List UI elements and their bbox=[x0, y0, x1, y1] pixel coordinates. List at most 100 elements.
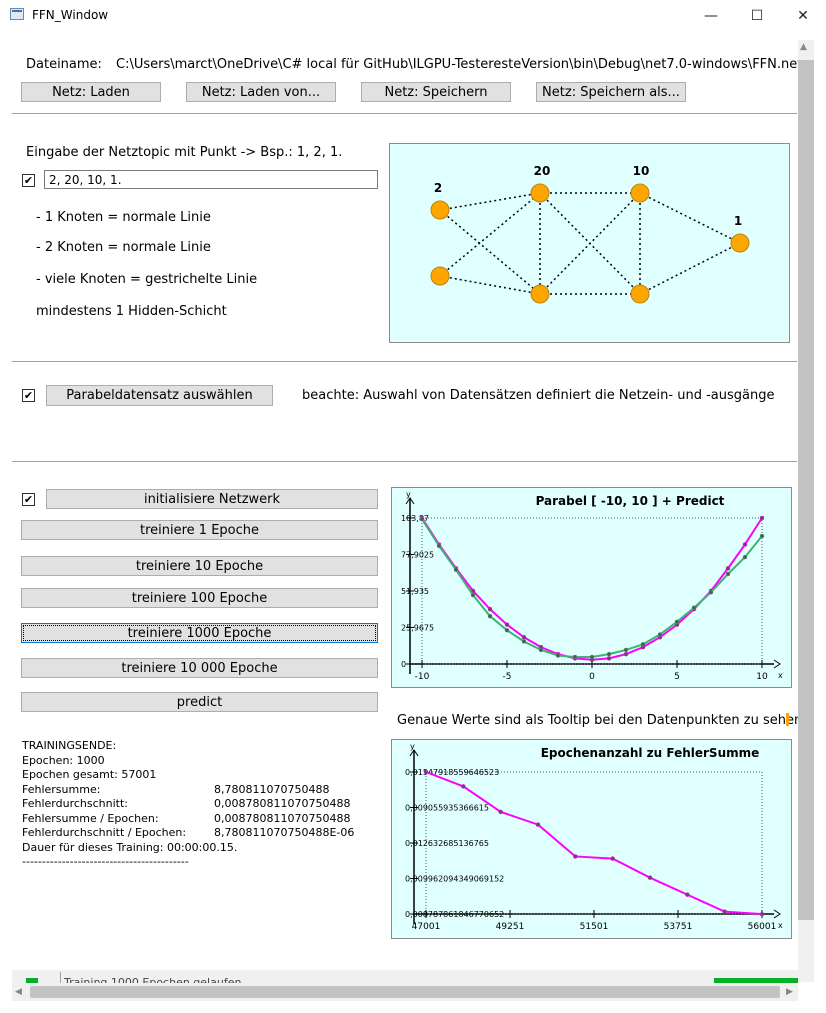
scroll-up-icon[interactable]: ▲ bbox=[800, 42, 807, 52]
data-point bbox=[742, 542, 748, 547]
topology-note: - 2 Knoten = normale Linie bbox=[36, 240, 211, 255]
layer-label: 10 bbox=[633, 164, 650, 178]
topology-input[interactable] bbox=[44, 170, 378, 189]
save-net-button[interactable]: Netz: Speichern bbox=[361, 82, 511, 102]
data-point bbox=[606, 656, 612, 661]
x-tick-label: 47001 bbox=[412, 922, 441, 932]
filename-path: C:\Users\marct\OneDrive\C# local für Git… bbox=[116, 57, 810, 72]
train-1-epoch-button[interactable]: treiniere 1 Epoche bbox=[21, 520, 378, 540]
x-axis-label: x bbox=[778, 671, 783, 680]
data-point bbox=[419, 516, 425, 522]
error-chart-panel: x y Epochenanzahl zu FehlerSumme 47001 49251… bbox=[391, 739, 792, 939]
train-10-epochs-button[interactable]: treiniere 10 Epoche bbox=[21, 556, 378, 576]
data-point bbox=[487, 613, 493, 619]
log-row: Fehlerdurchschnitt: 0,008780811070750488 bbox=[22, 797, 351, 810]
maximize-button[interactable]: ☐ bbox=[734, 0, 780, 32]
select-parabola-dataset-button[interactable]: Parabeldatensatz auswählen bbox=[46, 385, 273, 406]
hidden-node bbox=[530, 284, 550, 304]
horizontal-scroll-thumb[interactable] bbox=[30, 986, 780, 998]
train-1000-epochs-button[interactable]: treiniere 1000 Epoche bbox=[21, 623, 378, 643]
data-point bbox=[538, 647, 544, 653]
log-header: TRAININGSENDE: bbox=[22, 739, 117, 752]
app-window-icon bbox=[10, 8, 24, 20]
layer-label: 2 bbox=[434, 181, 442, 195]
save-net-as-button[interactable]: Netz: Speichern als... bbox=[536, 82, 686, 102]
x-tick-label: 5 bbox=[674, 672, 680, 682]
data-point bbox=[708, 590, 714, 595]
data-point bbox=[521, 635, 527, 640]
data-point bbox=[498, 809, 503, 815]
data-point bbox=[640, 642, 646, 647]
topology-checkbox[interactable]: ✔ bbox=[22, 174, 35, 187]
y-tick-label: 51,935 bbox=[401, 587, 429, 596]
data-point bbox=[461, 784, 466, 789]
hidden-node bbox=[530, 183, 550, 203]
init-checkbox[interactable]: ✔ bbox=[22, 493, 35, 506]
y-tick-label: 0,012632685136765 bbox=[405, 839, 489, 848]
log-row: Fehlerdurchschnitt / Epochen: 8,780811070… bbox=[22, 826, 355, 839]
close-button[interactable]: ✕ bbox=[780, 0, 826, 32]
load-net-from-button[interactable]: Netz: Laden von... bbox=[186, 82, 336, 102]
data-point bbox=[436, 543, 442, 549]
x-tick-label: 0 bbox=[589, 672, 595, 682]
scroll-left-icon[interactable]: ◀ bbox=[15, 987, 22, 997]
data-point bbox=[555, 653, 561, 658]
data-point bbox=[589, 654, 595, 660]
chart-title: Parabel [ -10, 10 ] + Predict bbox=[536, 494, 725, 508]
x-tick-label: 49251 bbox=[496, 922, 525, 932]
predict-button[interactable]: predict bbox=[21, 692, 378, 712]
topology-note: mindestens 1 Hidden-Schicht bbox=[36, 304, 227, 319]
y-axis-label: y bbox=[410, 742, 415, 751]
log-row: Fehlersumme: 8,780811070750488 bbox=[22, 782, 330, 796]
load-net-button[interactable]: Netz: Laden bbox=[21, 82, 161, 102]
error-chart: x y Epochenanzahl zu FehlerSumme 47001 49251… bbox=[405, 742, 783, 932]
data-point bbox=[606, 651, 612, 657]
data-point bbox=[647, 875, 653, 880]
y-tick-label: 25,9675 bbox=[401, 623, 434, 632]
data-point bbox=[759, 515, 765, 521]
data-point bbox=[691, 605, 697, 610]
y-tick-label: 0,009055935366615 bbox=[405, 804, 489, 813]
x-tick-label: -5 bbox=[503, 672, 512, 682]
chart-title: Epochenanzahl zu FehlerSumme bbox=[541, 746, 760, 760]
data-point bbox=[623, 647, 629, 653]
x-tick-label: 51501 bbox=[580, 922, 609, 932]
network-diagram: 2 20 10 1 bbox=[430, 164, 750, 304]
x-tick-label: -10 bbox=[415, 672, 430, 682]
data-point bbox=[722, 909, 727, 914]
x-tick-label: 56001 bbox=[748, 922, 777, 932]
y-tick-label: 0 bbox=[401, 660, 406, 669]
minimize-button[interactable]: — bbox=[688, 0, 734, 32]
train-10000-epochs-button[interactable]: treiniere 10 000 Epoche bbox=[21, 658, 378, 678]
scroll-right-icon[interactable]: ▶ bbox=[786, 987, 793, 997]
dataset-note: beachte: Auswahl von Datensätzen definie… bbox=[302, 388, 775, 403]
x-tick-label: 53751 bbox=[664, 922, 693, 932]
data-point bbox=[657, 632, 663, 637]
data-point bbox=[685, 892, 690, 897]
layer-label: 20 bbox=[534, 164, 551, 178]
x-axis-arrow-icon bbox=[773, 909, 781, 919]
divider bbox=[12, 113, 797, 114]
vertical-scroll-thumb[interactable] bbox=[798, 60, 814, 920]
data-point bbox=[610, 856, 615, 861]
data-point bbox=[759, 533, 765, 539]
train-100-epochs-button[interactable]: treiniere 100 Epoche bbox=[21, 588, 378, 608]
init-network-button[interactable]: initialisiere Netzwerk bbox=[46, 489, 378, 509]
hidden-node bbox=[630, 284, 650, 304]
data-point bbox=[742, 554, 748, 560]
dataset-checkbox[interactable]: ✔ bbox=[22, 389, 35, 402]
hidden-node bbox=[630, 183, 650, 203]
tooltip-note: Genaue Werte sind als Tooltip bei den Da… bbox=[397, 713, 803, 728]
parabola-chart: x y Parabel [ -10, 10 ] + Predict -10 -5 0 5 10… bbox=[401, 490, 783, 682]
y-tick-label: 0,01547918559646523 bbox=[405, 768, 499, 777]
y-tick-label: 77,9025 bbox=[401, 550, 434, 559]
output-node bbox=[730, 233, 750, 253]
log-duration: Dauer für dieses Training: 00:00:00.15. bbox=[22, 840, 238, 854]
data-point bbox=[521, 639, 527, 644]
divider bbox=[12, 461, 797, 462]
x-axis-label: x bbox=[778, 921, 783, 930]
y-tick-label: 0,009962094349069152 bbox=[405, 875, 504, 884]
data-point bbox=[725, 566, 731, 571]
data-point bbox=[725, 571, 731, 577]
x-axis-arrow-icon bbox=[773, 659, 781, 669]
